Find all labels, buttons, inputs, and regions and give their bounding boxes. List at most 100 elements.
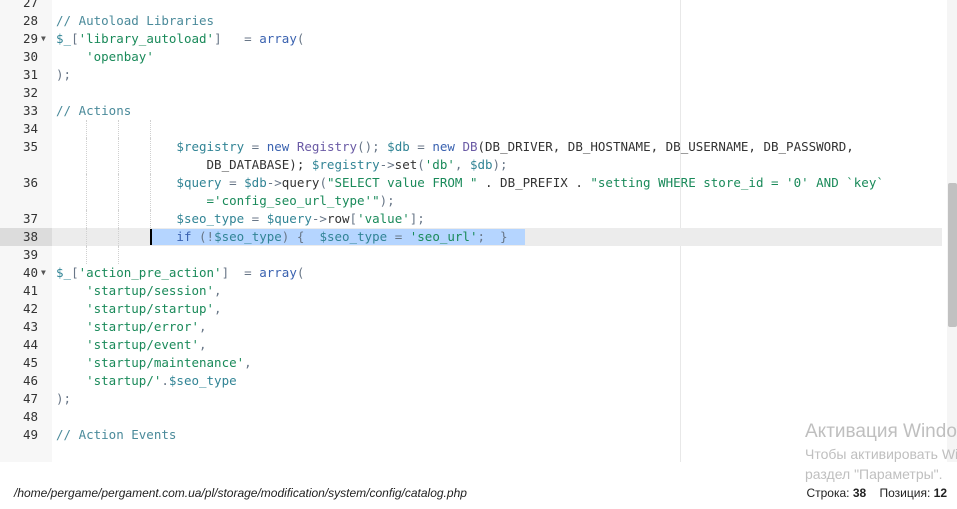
code-token: 'startup/error': [86, 319, 199, 334]
code-token: =: [244, 139, 267, 154]
code-token: (: [417, 157, 425, 172]
line-number: 42: [22, 301, 38, 316]
code-line[interactable]: 39: [0, 246, 957, 264]
code-token: 'openbay': [86, 49, 154, 64]
code-token: 'seo_url': [409, 229, 478, 244]
indent-guide: [86, 120, 87, 138]
code-text[interactable]: );: [56, 390, 937, 408]
code-token: Registry: [296, 139, 358, 154]
line-number: 34: [22, 121, 38, 136]
code-text[interactable]: 'startup/maintenance',: [56, 354, 937, 372]
code-text[interactable]: $seo_type = $query->row['value'];: [56, 210, 937, 228]
watermark-line-2: Чтобы активировать Windows, перейдите в: [805, 446, 957, 462]
code-text[interactable]: // Autoload Libraries: [56, 12, 937, 30]
code-line[interactable]: 41 'startup/session',: [0, 282, 957, 300]
code-token: ,: [244, 355, 252, 370]
code-line[interactable]: 46 'startup/'.$seo_type: [0, 372, 957, 390]
vertical-scrollbar-thumb[interactable]: [948, 183, 957, 327]
code-line[interactable]: 30 'openbay': [0, 48, 957, 66]
code-line[interactable]: 35 $registry = new Registry(); $db = new…: [0, 138, 957, 174]
code-token: ();: [357, 139, 388, 154]
code-line[interactable]: 28 // Autoload Libraries: [0, 12, 957, 30]
code-token: . DB_PREFIX .: [477, 175, 591, 190]
code-text[interactable]: 'startup/startup',: [56, 300, 937, 318]
code-line[interactable]: 43 'startup/error',: [0, 318, 957, 336]
indent-guide: [118, 246, 119, 264]
code-token: .: [161, 373, 169, 388]
code-line[interactable]: 40 ▼ $_['action_pre_action'] = array(: [0, 264, 957, 282]
code-token: $seo_type: [168, 373, 237, 388]
code-line[interactable]: 32: [0, 84, 957, 102]
code-token: );: [379, 193, 395, 208]
code-text[interactable]: // Actions: [56, 102, 937, 120]
code-line[interactable]: 37 $seo_type = $query->row['value'];: [0, 210, 957, 228]
code-text[interactable]: $_['library_autoload'] = array(: [56, 30, 937, 48]
code-token: 'library_autoload': [78, 31, 215, 46]
code-token: ->: [266, 175, 282, 190]
line-number: 43: [22, 319, 38, 334]
watermark-line-3: раздел "Параметры".: [805, 466, 943, 482]
code-line[interactable]: 36 $query = $db->query("SELECT value FRO…: [0, 174, 957, 210]
status-bar: /home/pergame/pergament.com.ua/pl/storag…: [0, 480, 957, 509]
code-text[interactable]: $registry = new Registry(); $db = new DB…: [56, 138, 937, 174]
code-text[interactable]: 'startup/error',: [56, 318, 937, 336]
code-token: 'value': [357, 211, 410, 226]
line-number: 27: [22, 0, 38, 10]
code-token: [: [71, 31, 79, 46]
fold-arrow-icon[interactable]: ▼: [41, 264, 46, 282]
code-token: [: [71, 265, 79, 280]
line-number: 45: [22, 355, 38, 370]
code-line[interactable]: 31);: [0, 66, 957, 84]
code-token: );: [492, 157, 508, 172]
code-token: (!: [191, 229, 215, 244]
line-number: 41: [22, 283, 38, 298]
line-number: 38: [22, 229, 38, 244]
code-token: DB: [462, 139, 478, 154]
code-line[interactable]: 45 'startup/maintenance',: [0, 354, 957, 372]
code-token: ] =: [214, 31, 260, 46]
code-lines[interactable]: 27 28// Autoload Libraries 29 ▼ $_['library_…: [0, 0, 957, 444]
code-line[interactable]: 44 'startup/event',: [0, 336, 957, 354]
code-line[interactable]: 29 ▼ $_['library_autoload'] = array(: [0, 30, 957, 48]
code-line[interactable]: 42 'startup/startup',: [0, 300, 957, 318]
code-text[interactable]: 'openbay': [56, 48, 937, 66]
code-token: 'startup/maintenance': [86, 355, 245, 370]
code-token: ,: [214, 283, 222, 298]
code-token: ->: [311, 211, 327, 226]
line-number: 28: [22, 13, 38, 28]
code-text[interactable]: 'startup/event',: [56, 336, 937, 354]
code-line[interactable]: 34: [0, 120, 957, 138]
code-token: $registry: [311, 157, 380, 172]
line-number: 35: [22, 139, 38, 154]
code-token: (: [296, 265, 305, 280]
fold-arrow-icon[interactable]: ▼: [41, 30, 46, 48]
code-text[interactable]: if (!$seo_type) { $seo_type = 'seo_url';…: [56, 228, 937, 246]
code-token: // Action Events: [56, 427, 177, 442]
code-editor[interactable]: 27 28// Autoload Libraries 29 ▼ $_['library_…: [0, 0, 957, 462]
line-number: 44: [22, 337, 38, 352]
code-text[interactable]: 'startup/session',: [56, 282, 937, 300]
code-token: $query: [266, 211, 312, 226]
line-number: 49: [22, 427, 38, 442]
code-line[interactable]: 33 // Actions: [0, 102, 957, 120]
code-text[interactable]: 'startup/'.$seo_type: [56, 372, 937, 390]
code-token: $db: [387, 139, 410, 154]
code-line[interactable]: 27: [0, 0, 957, 12]
code-text[interactable]: );: [56, 66, 937, 84]
code-token: ,: [454, 157, 470, 172]
line-number: 31: [22, 67, 38, 82]
code-token: // Autoload Libraries: [56, 13, 215, 28]
code-text[interactable]: $_['action_pre_action'] = array(: [56, 264, 937, 282]
code-token: 'startup/': [86, 373, 162, 388]
code-line[interactable]: 38 if (!$seo_type) { $seo_type = 'seo_ur…: [0, 228, 957, 246]
code-line[interactable]: 47);: [0, 390, 957, 408]
code-text[interactable]: $query = $db->query("SELECT value FROM "…: [56, 174, 937, 210]
code-token: );: [56, 67, 72, 82]
